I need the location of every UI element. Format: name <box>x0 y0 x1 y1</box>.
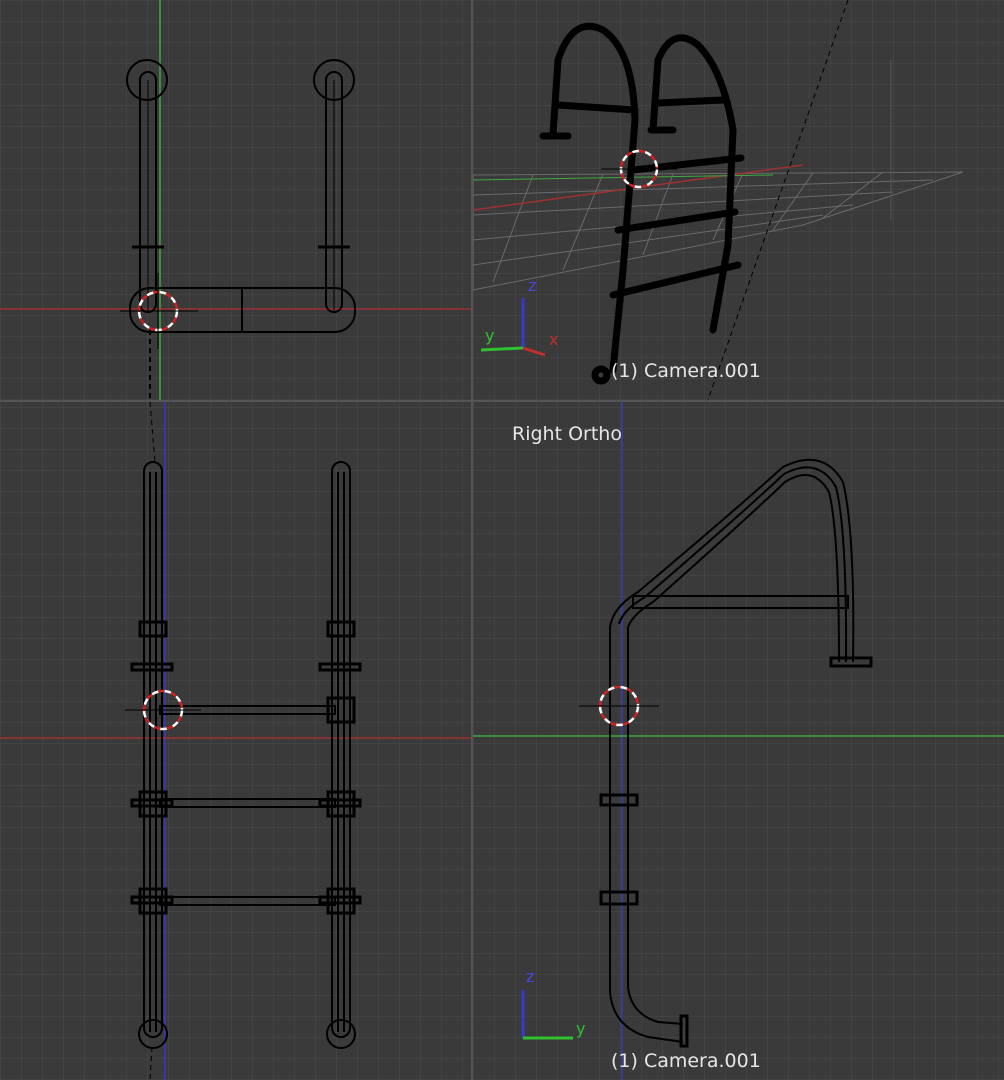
viewport-bottom-left-canvas <box>0 402 471 1080</box>
ladder-wireframe-side <box>599 458 873 1048</box>
3d-cursor <box>579 685 659 727</box>
viewport-top-left-canvas <box>0 0 471 400</box>
viewport-top-left[interactable] <box>0 0 471 400</box>
ladder-wireframe-front <box>130 461 362 1049</box>
viewport-top-right[interactable]: z y x (1) Camera.001 <box>473 0 1004 400</box>
gizmo-y-label: y <box>576 1019 586 1038</box>
3d-cursor <box>120 273 198 349</box>
viewport-bottom-left[interactable] <box>0 402 471 1080</box>
ladder-wireframe-top <box>126 59 356 400</box>
gizmo-z-label: z <box>528 276 537 295</box>
gizmo-x-label: x <box>549 330 559 349</box>
viewport-bottom-right[interactable]: Right Ortho z y (1) Camera.001 <box>473 402 1004 1080</box>
viewport-divider-vertical[interactable] <box>471 0 473 1080</box>
ladder-wireframe-perspective <box>539 22 745 385</box>
axis-gizmo <box>521 990 573 1040</box>
object-label: (1) Camera.001 <box>611 1050 761 1072</box>
viewport-bottom-right-canvas <box>473 402 1004 1080</box>
blender-3d-viewport-quad: z y x (1) Camera.001 Right Ortho z y (1)… <box>0 0 1004 1080</box>
viewport-divider-horizontal[interactable] <box>0 400 1004 402</box>
camera-frustum-line <box>149 402 156 463</box>
object-label: (1) Camera.001 <box>611 360 761 382</box>
view-name-label: Right Ortho <box>512 423 622 445</box>
gizmo-y-label: y <box>485 326 495 345</box>
3d-cursor <box>601 149 677 189</box>
gizmo-z-label: z <box>526 967 535 986</box>
